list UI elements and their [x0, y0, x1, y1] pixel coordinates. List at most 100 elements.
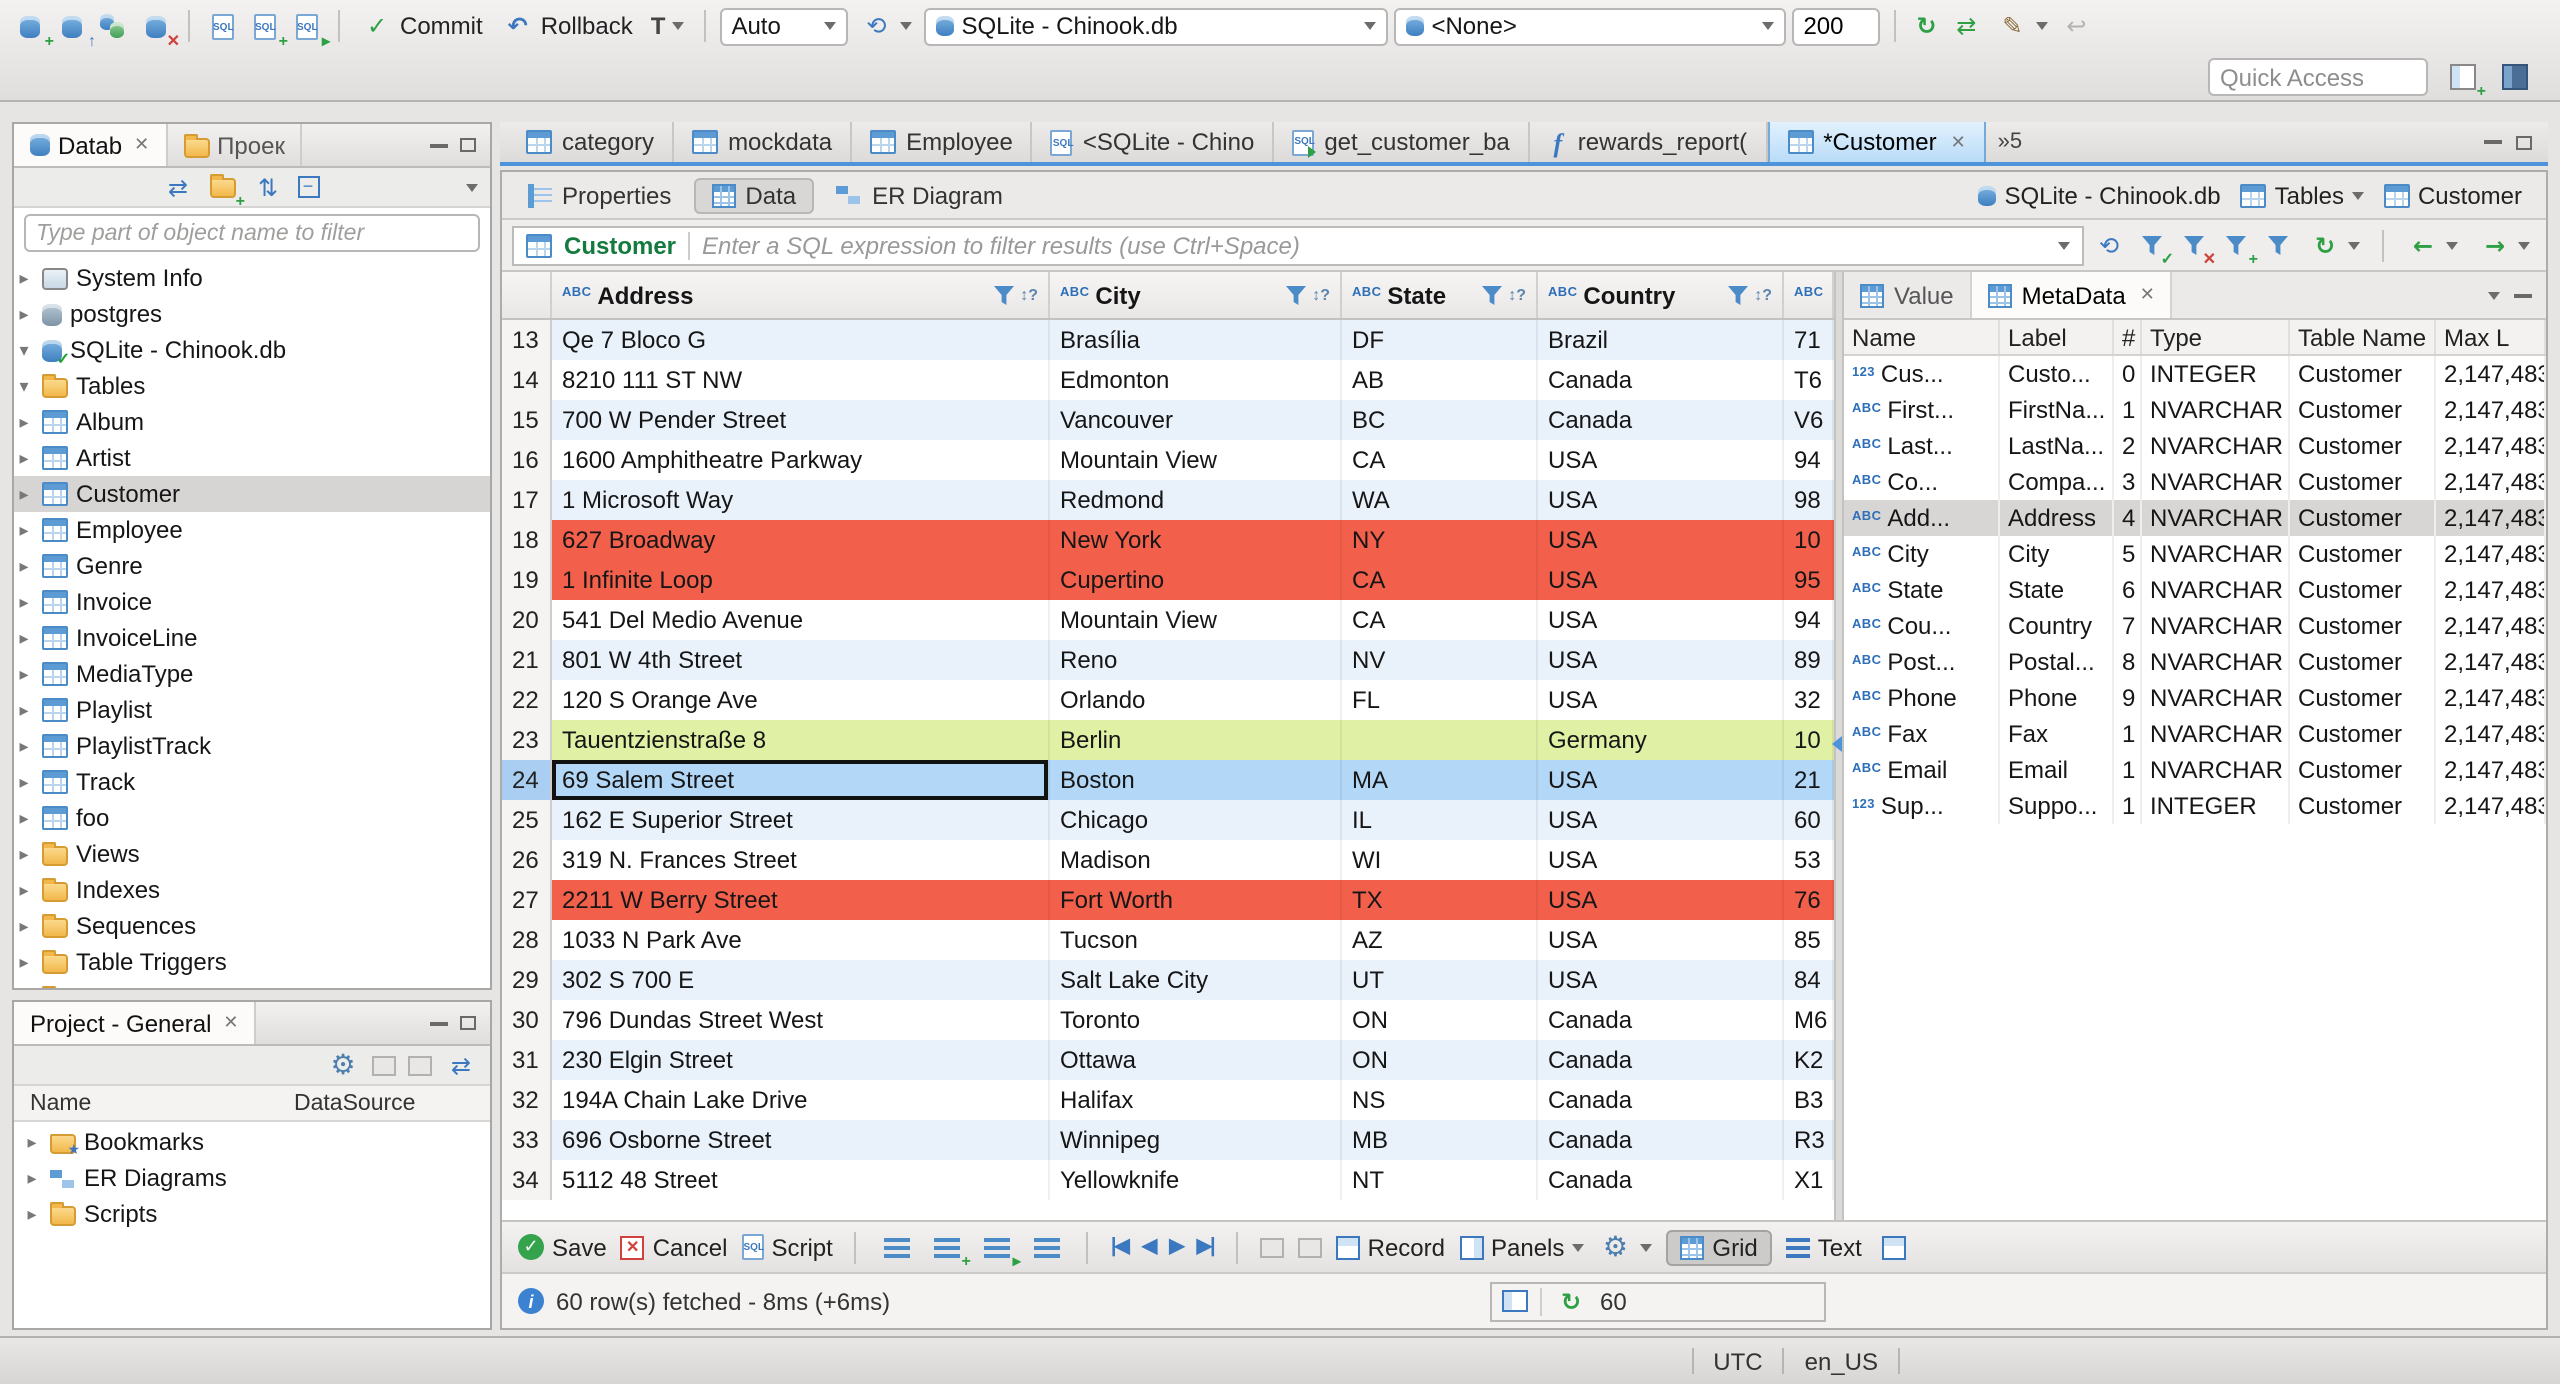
cell-address[interactable]: 194A Chain Lake Drive — [552, 1080, 1050, 1120]
cell-type[interactable]: INTEGER — [2142, 356, 2290, 392]
cell-city[interactable]: Redmond — [1050, 480, 1342, 520]
filter-funnel-icon[interactable] — [1728, 285, 1749, 305]
cell-name[interactable]: ABC Fax — [1844, 716, 2000, 752]
rollback-button[interactable]: Rollback — [495, 9, 639, 43]
cell-country[interactable]: Canada — [1538, 1000, 1784, 1040]
expand-arrow-icon[interactable]: ▸ — [14, 951, 34, 973]
row-number[interactable]: 20 — [502, 600, 552, 640]
cell-state[interactable]: DF — [1342, 320, 1538, 360]
tree-item[interactable]: ▸ Customer — [14, 476, 490, 512]
tree-item[interactable]: ▾ SQLite - Chinook.db — [14, 332, 490, 368]
cell-city[interactable]: Boston — [1050, 760, 1342, 800]
result-tab[interactable]: Properties — [510, 177, 689, 213]
cell-country[interactable]: USA — [1538, 800, 1784, 840]
expand-arrow-icon[interactable]: ▸ — [14, 555, 34, 577]
row-number[interactable]: 32 — [502, 1080, 552, 1120]
expand-arrow-icon[interactable]: ▸ — [14, 915, 34, 937]
cell-table[interactable]: Customer — [2290, 716, 2436, 752]
expand-arrow-icon[interactable]: ▸ — [14, 735, 34, 757]
schema-select[interactable]: <None> — [1393, 7, 1786, 45]
cell-postal[interactable]: 10 — [1784, 720, 1834, 760]
cell-country[interactable]: USA — [1538, 840, 1784, 880]
cell-state[interactable]: ON — [1342, 1000, 1538, 1040]
metadata-row[interactable]: ABC State State 6 NVARCHAR Customer 2,147… — [1844, 572, 2546, 608]
cell-label[interactable]: State — [2000, 572, 2114, 608]
cell-max-length[interactable]: 2,147,483 — [2436, 572, 2546, 608]
cell-state[interactable]: ON — [1342, 1040, 1538, 1080]
metadata-row[interactable]: ABC Cou... Country 7 NVARCHAR Customer 2,… — [1844, 608, 2546, 644]
cell-state[interactable]: CA — [1342, 600, 1538, 640]
cell-state[interactable]: BC — [1342, 400, 1538, 440]
cell-country[interactable]: Canada — [1538, 400, 1784, 440]
cell-type[interactable]: NVARCHAR — [2142, 716, 2290, 752]
cell-ordinal[interactable]: 1 — [2114, 392, 2142, 428]
tree-item[interactable]: ▸ Playlist — [14, 692, 490, 728]
settings-menu[interactable] — [1598, 1230, 1653, 1264]
cell-country[interactable]: USA — [1538, 880, 1784, 920]
panel-tab[interactable]: Проек — [167, 124, 303, 166]
compare-icon[interactable] — [1949, 9, 1983, 43]
filter-funnel-icon[interactable] — [1482, 285, 1503, 305]
cell-max-length[interactable]: 2,147,483 — [2436, 428, 2546, 464]
cell-country[interactable]: Canada — [1538, 1120, 1784, 1160]
cell-state[interactable]: WI — [1342, 840, 1538, 880]
cell-city[interactable]: Chicago — [1050, 800, 1342, 840]
disconnect-icon[interactable] — [138, 9, 174, 43]
metadata-row[interactable]: ABC Co... Compa... 3 NVARCHAR Customer 2,… — [1844, 464, 2546, 500]
delete-row-icon[interactable] — [1029, 1230, 1065, 1264]
column-header-max[interactable]: Max L — [2436, 320, 2546, 354]
cell-label[interactable]: Country — [2000, 608, 2114, 644]
panel-tab[interactable]: Value — [1844, 272, 1972, 318]
context-connection[interactable]: SQLite - Chinook.db — [1978, 181, 2221, 209]
refresh-icon[interactable] — [1909, 9, 1943, 43]
cell-address[interactable]: 1033 N Park Ave — [552, 920, 1050, 960]
new-sql-editor-icon[interactable] — [204, 9, 240, 43]
cell-postal[interactable]: 89 — [1784, 640, 1834, 680]
table-row[interactable]: 19 1 Infinite Loop Cupertino CA USA 95 — [502, 560, 1834, 600]
filter-history-icon[interactable] — [2058, 241, 2070, 249]
cell-ordinal[interactable]: 1 — [2114, 788, 2142, 824]
filter-save-icon[interactable] — [2218, 229, 2252, 261]
cell-state[interactable]: MA — [1342, 760, 1538, 800]
cell-address[interactable]: 319 N. Frances Street — [552, 840, 1050, 880]
table-row[interactable]: 14 8210 111 ST NW Edmonton AB Canada T6 — [502, 360, 1834, 400]
expand-arrow-icon[interactable]: ▸ — [14, 411, 34, 433]
column-header-label[interactable]: Label — [2000, 320, 2114, 354]
cell-address[interactable]: 162 E Superior Street — [552, 800, 1050, 840]
cell-postal[interactable]: 84 — [1784, 960, 1834, 1000]
editor-tab[interactable]: category — [508, 122, 675, 162]
calc-panel-icon[interactable] — [1876, 1230, 1912, 1264]
table-row[interactable]: 28 1033 N Park Ave Tucson AZ USA 85 — [502, 920, 1834, 960]
cell-city[interactable]: Halifax — [1050, 1080, 1342, 1120]
navigator-filter-input[interactable] — [24, 214, 480, 252]
cell-address[interactable]: 1 Infinite Loop — [552, 560, 1050, 600]
cell-postal[interactable]: 95 — [1784, 560, 1834, 600]
cell-address[interactable]: 8210 111 ST NW — [552, 360, 1050, 400]
open-perspective-icon[interactable] — [2444, 60, 2480, 94]
column-header-country[interactable]: ABC Country ↕? — [1538, 272, 1784, 318]
expand-arrow-icon[interactable]: ▸ — [14, 267, 34, 289]
row-number[interactable]: 24 — [502, 760, 552, 800]
table-row[interactable]: 18 627 Broadway New York NY USA 10 — [502, 520, 1834, 560]
column-header-ordinal[interactable]: # — [2114, 320, 2142, 354]
collapse-arrow-icon[interactable] — [1832, 736, 1842, 752]
cell-name[interactable]: ABC City — [1844, 536, 2000, 572]
metadata-row[interactable]: ABC Post... Postal... 8 NVARCHAR Customer… — [1844, 644, 2546, 680]
cell-address[interactable]: 801 W 4th Street — [552, 640, 1050, 680]
editor-tab[interactable]: mockdata — [674, 122, 853, 162]
cell-country[interactable]: Canada — [1538, 1160, 1784, 1200]
cell-address[interactable]: 627 Broadway — [552, 520, 1050, 560]
cell-postal[interactable]: 85 — [1784, 920, 1834, 960]
name-column-header[interactable]: Name — [14, 1091, 294, 1115]
open-sql-script-icon[interactable] — [246, 9, 282, 43]
cell-country[interactable]: Brazil — [1538, 320, 1784, 360]
row-number[interactable]: 28 — [502, 920, 552, 960]
cell-table[interactable]: Customer — [2290, 644, 2436, 680]
filter-funnel-icon[interactable] — [994, 285, 1015, 305]
metadata-row[interactable]: ABC Email Email 1 NVARCHAR Customer 2,147… — [1844, 752, 2546, 788]
cell-label[interactable]: Fax — [2000, 716, 2114, 752]
table-row[interactable]: 33 696 Osborne Street Winnipeg MB Canada… — [502, 1120, 1834, 1160]
filter-apply-icon[interactable] — [2134, 229, 2168, 261]
expand-arrow-icon[interactable]: ▸ — [14, 843, 34, 865]
expand-arrow-icon[interactable]: ▸ — [22, 1131, 42, 1153]
